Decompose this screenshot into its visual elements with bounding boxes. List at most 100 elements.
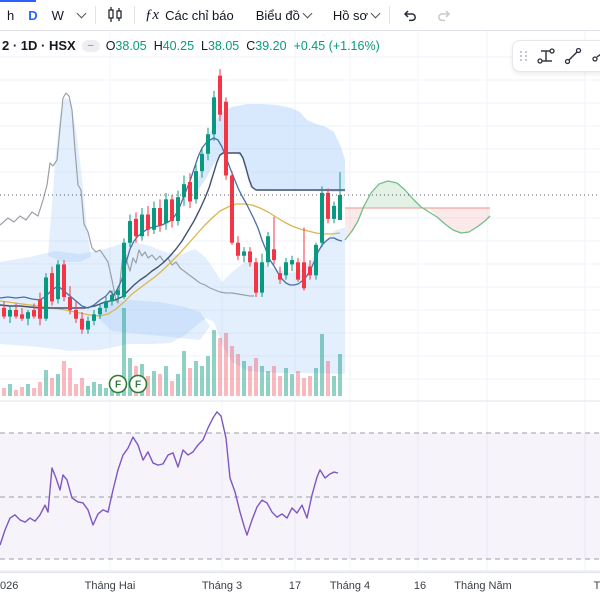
candle-body	[32, 310, 36, 317]
clipped-tool-icon	[592, 54, 600, 62]
candle-body	[158, 208, 162, 226]
low-value: 38.05	[207, 38, 240, 53]
time-axis-label: Tháng Năm	[454, 580, 512, 592]
time-axis-label: Tháng 4	[329, 580, 371, 592]
volume-bar	[254, 358, 258, 396]
candle-body	[314, 244, 318, 276]
close-value: 39.20	[255, 38, 287, 53]
candle-body	[224, 101, 228, 176]
volume-bar	[272, 366, 276, 396]
candle-body	[104, 301, 108, 308]
volume-bar	[92, 382, 96, 396]
volume-bar	[284, 368, 288, 396]
event-badge-label: F	[115, 380, 121, 391]
interval-1d-button[interactable]: D	[21, 1, 44, 29]
candle-body	[56, 264, 60, 300]
volume-bar	[302, 378, 306, 396]
toolbar-separator	[389, 6, 391, 24]
candle-body	[14, 310, 18, 317]
candle-body	[74, 310, 78, 319]
candle-body	[260, 262, 264, 293]
volume-bar	[290, 374, 294, 396]
candle-body	[254, 262, 258, 293]
indicators-button[interactable]: ƒx Các chỉ báo	[138, 1, 241, 29]
volume-bar	[212, 330, 216, 396]
candle-body	[272, 249, 276, 261]
change-value: +0.45 (+1.16%)	[293, 38, 380, 53]
candle-body	[212, 97, 216, 135]
candle-body	[146, 214, 150, 230]
chart-style-button[interactable]	[99, 1, 131, 29]
profile-menu-button[interactable]: Hồ sơ	[326, 1, 386, 29]
candle-body	[218, 75, 222, 115]
candle-body	[296, 262, 300, 280]
symbol-title[interactable]: 2 · 1D · HSX	[2, 38, 76, 53]
candle-body	[278, 273, 282, 280]
chart-menu-button[interactable]: Biểu đồ	[249, 1, 318, 29]
volume-bar	[38, 382, 42, 396]
chevron-down-icon	[76, 8, 87, 19]
volume-bar	[98, 384, 102, 396]
volume-bar	[314, 368, 318, 396]
interval-1w-button[interactable]: W	[45, 1, 71, 29]
high-value: 40.25	[162, 38, 195, 53]
volume-bar	[236, 354, 240, 396]
candle-body	[320, 192, 324, 243]
candle-body	[116, 290, 120, 295]
volume-bar	[74, 384, 78, 396]
volume-bar	[80, 378, 84, 396]
high-label: H	[153, 38, 163, 53]
future-pink-1-cloud	[345, 208, 363, 240]
time-axis-scale[interactable]: 026 Tháng Hai Tháng 3 17 Tháng 4 16 Tháng Năm T	[0, 572, 600, 601]
volume-bar	[332, 376, 336, 396]
time-axis-label: T	[593, 580, 600, 592]
volume-bar	[50, 378, 54, 396]
chevron-down-icon	[302, 8, 313, 19]
candle-body	[326, 192, 330, 219]
top-toolbar: h D W ƒx Các chỉ báo Biểu đồ Hồ sơ	[0, 0, 600, 31]
candle-body	[92, 314, 96, 321]
drag-handle-icon[interactable]	[520, 51, 528, 61]
symbol-search-fragment[interactable]: h	[0, 1, 21, 29]
candle-body	[98, 307, 102, 315]
volume-bar	[278, 376, 282, 396]
volume-bar	[248, 366, 252, 396]
trend-line-tool-button[interactable]	[560, 43, 585, 69]
candle-body	[164, 199, 168, 224]
collapse-legend-button[interactable]: –	[81, 39, 100, 52]
candle-body	[248, 251, 252, 263]
volume-bar	[152, 371, 156, 396]
volume-bar	[260, 366, 264, 396]
candle-body	[200, 153, 204, 172]
volume-bar	[230, 346, 234, 396]
candle-body	[290, 260, 294, 265]
undo-icon	[404, 10, 416, 22]
candle-body	[266, 236, 270, 263]
candle-body	[338, 195, 342, 220]
volume-bar	[182, 351, 186, 396]
volume-bar	[2, 388, 6, 396]
volume-bar	[170, 381, 174, 396]
candle-body	[110, 294, 114, 302]
redo-icon	[438, 10, 451, 22]
candle-body	[26, 312, 30, 319]
candle-body	[86, 320, 90, 330]
interval-dropdown-button[interactable]	[71, 1, 92, 29]
volume-bar	[56, 374, 60, 396]
undo-button[interactable]	[393, 8, 427, 22]
legend-row: 2 · 1D · HSX – O38.05 H40.25 L38.05 C39.…	[2, 38, 380, 53]
price-range-tool-button[interactable]	[533, 43, 558, 69]
chart-canvas[interactable]: FF	[0, 0, 600, 600]
volume-bar	[296, 371, 300, 396]
candle-body	[152, 208, 156, 230]
future-pink-2-cloud	[429, 208, 490, 233]
toolbar-separator	[94, 6, 96, 24]
ohlc-values: O38.05 H40.25 L38.05 C39.20 +0.45 (+1.16…	[106, 39, 380, 53]
redo-button[interactable]	[427, 8, 461, 22]
chevron-down-icon	[370, 8, 381, 19]
candle-body	[242, 251, 246, 256]
time-axis-label: Tháng Hai	[84, 580, 136, 592]
candle-body	[38, 299, 42, 319]
clipped-tool-button[interactable]	[588, 43, 600, 69]
candle-body	[170, 199, 174, 222]
